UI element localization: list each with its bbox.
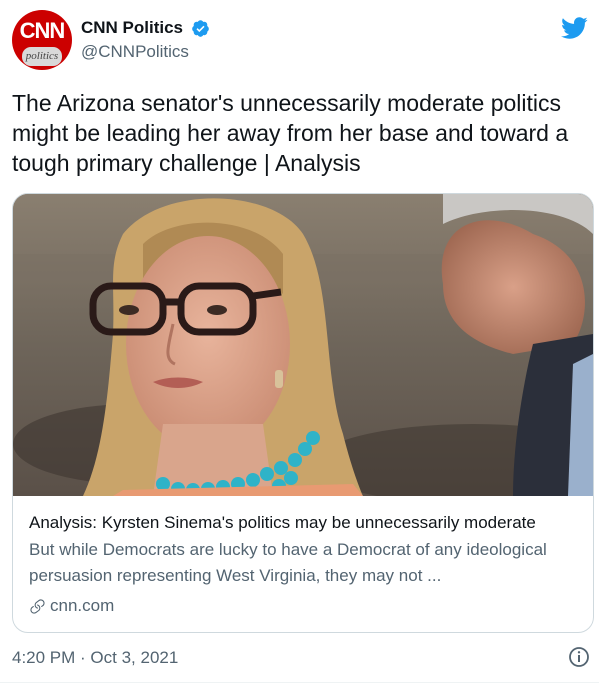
handle[interactable]: @CNNPolitics xyxy=(81,42,210,62)
avatar[interactable]: CNN politics xyxy=(12,10,72,70)
card-domain-text: cnn.com xyxy=(50,596,115,615)
info-icon[interactable] xyxy=(567,645,591,669)
tweet-embed: CNN politics CNN Politics @CNNPolitics T… xyxy=(0,0,599,683)
card-title[interactable]: Analysis: Kyrsten Sinema's politics may … xyxy=(29,512,581,534)
link-icon xyxy=(30,598,45,614)
author-names: CNN Politics @CNNPolitics xyxy=(81,18,210,62)
tweet-text: The Arizona senator's unnecessarily mode… xyxy=(12,90,569,176)
tweet-timestamp[interactable]: 4:20 PM · Oct 3, 2021 xyxy=(12,647,178,669)
tweet-header: CNN politics CNN Politics @CNNPolitics xyxy=(12,10,592,72)
twitter-bird-icon[interactable] xyxy=(560,14,588,42)
card-photo xyxy=(13,194,593,496)
card-description: But while Democrats are lucky to have a … xyxy=(29,540,547,585)
card-body: Analysis: Kyrsten Sinema's politics may … xyxy=(29,512,581,617)
avatar-sub-text: politics xyxy=(22,47,62,66)
card-domain[interactable]: cnn.com xyxy=(29,595,581,617)
avatar-logo-text: CNN xyxy=(19,18,66,43)
display-name[interactable]: CNN Politics xyxy=(81,18,183,38)
verified-badge-icon xyxy=(192,19,210,37)
card-image[interactable] xyxy=(13,194,593,496)
link-card[interactable]: Analysis: Kyrsten Sinema's politics may … xyxy=(12,193,594,633)
